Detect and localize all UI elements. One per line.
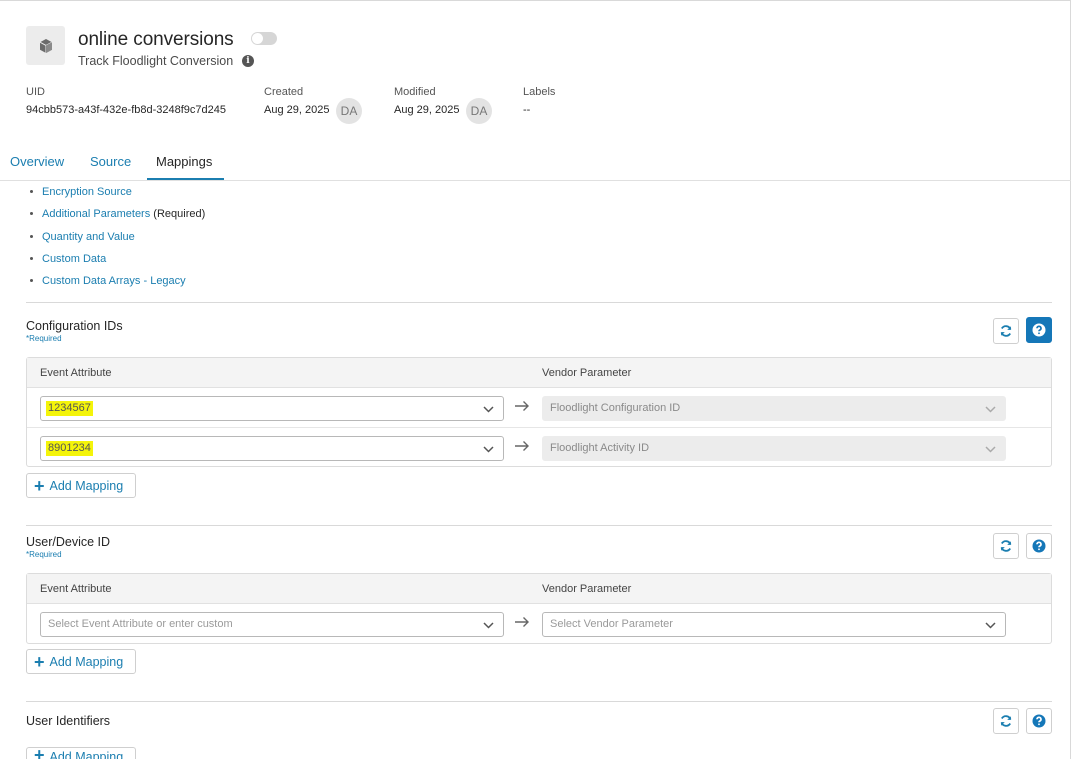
page-subtitle: Track Floodlight Conversion xyxy=(78,54,234,68)
column-header-vendor-parameter: Vendor Parameter xyxy=(542,583,632,595)
status-toggle[interactable] xyxy=(251,32,277,45)
refresh-button[interactable] xyxy=(993,318,1019,344)
help-icon xyxy=(1032,714,1046,728)
tabs-divider xyxy=(0,180,1071,181)
chevron-down-icon xyxy=(985,446,996,453)
event-attribute-select[interactable]: Select Event Attribute or enter custom xyxy=(40,612,504,637)
list-item: Quantity and Value xyxy=(30,231,135,243)
chevron-down-icon xyxy=(483,622,494,629)
refresh-icon xyxy=(1000,540,1012,552)
refresh-button[interactable] xyxy=(993,533,1019,559)
labels-label: Labels xyxy=(523,86,556,98)
column-header-event-attribute: Event Attribute xyxy=(40,583,112,595)
created-label: Created xyxy=(264,86,304,98)
table-row: 8901234 Floodlight Activity ID xyxy=(27,428,1051,468)
created-value: Aug 29, 2025 xyxy=(264,104,330,116)
event-attribute-value: 1234567 xyxy=(46,401,93,416)
refresh-icon xyxy=(1000,325,1012,337)
table-header: Event Attribute Vendor Parameter xyxy=(27,574,1051,604)
plus-icon: + xyxy=(34,747,45,759)
modified-label: Modified xyxy=(394,86,436,98)
column-header-event-attribute: Event Attribute xyxy=(40,367,112,379)
add-mapping-button[interactable]: + Add Mapping xyxy=(26,649,136,674)
user-device-id-title: User/Device ID xyxy=(26,535,111,549)
help-button[interactable] xyxy=(1026,708,1052,734)
link-quantity-and-value[interactable]: Quantity and Value xyxy=(42,231,135,243)
plus-icon: + xyxy=(34,475,45,496)
info-icon[interactable]: i xyxy=(242,55,254,67)
section-divider xyxy=(26,525,1052,526)
refresh-button[interactable] xyxy=(993,708,1019,734)
tab-overview[interactable]: Overview xyxy=(10,154,64,169)
created-by-avatar: DA xyxy=(336,98,362,124)
chevron-down-icon xyxy=(985,622,996,629)
add-mapping-button[interactable]: + Add Mapping xyxy=(26,747,136,759)
list-item: Custom Data xyxy=(30,253,106,265)
chevron-down-icon xyxy=(985,406,996,413)
help-button[interactable] xyxy=(1026,317,1052,343)
table-header: Event Attribute Vendor Parameter xyxy=(27,358,1051,388)
vendor-parameter-value: Floodlight Configuration ID xyxy=(550,402,681,414)
config-ids-mapping-table: Event Attribute Vendor Parameter 1234567… xyxy=(26,357,1052,467)
user-identifiers-title: User Identifiers xyxy=(26,714,111,728)
link-custom-data[interactable]: Custom Data xyxy=(42,253,106,265)
event-attribute-select[interactable]: 1234567 xyxy=(40,396,504,421)
modified-value: Aug 29, 2025 xyxy=(394,104,460,116)
column-header-vendor-parameter: Vendor Parameter xyxy=(542,367,632,379)
event-attribute-select[interactable]: 8901234 xyxy=(40,436,504,461)
user-device-id-required: *Required xyxy=(26,550,62,559)
section-divider xyxy=(26,701,1052,702)
vendor-parameter-placeholder: Select Vendor Parameter xyxy=(550,618,673,630)
table-row: 1234567 Floodlight Configuration ID xyxy=(27,388,1051,428)
vendor-parameter-value: Floodlight Activity ID xyxy=(550,442,650,454)
box-icon xyxy=(26,26,65,65)
uid-label: UID xyxy=(26,86,45,98)
arrow-right-icon xyxy=(515,401,529,411)
refresh-icon xyxy=(1000,715,1012,727)
modified-by-avatar: DA xyxy=(466,98,492,124)
table-row: Select Event Attribute or enter custom S… xyxy=(27,604,1051,644)
labels-value: -- xyxy=(523,104,531,116)
help-icon xyxy=(1032,323,1046,337)
tab-mappings[interactable]: Mappings xyxy=(156,154,212,169)
link-additional-parameters[interactable]: Additional Parameters xyxy=(42,208,150,220)
link-custom-data-arrays-legacy[interactable]: Custom Data Arrays - Legacy xyxy=(42,275,186,287)
add-mapping-button[interactable]: + Add Mapping xyxy=(26,473,136,498)
required-note: (Required) xyxy=(150,208,206,220)
section-divider xyxy=(26,302,1052,303)
help-button[interactable] xyxy=(1026,533,1052,559)
config-ids-title: Configuration IDs xyxy=(26,319,123,333)
user-device-id-mapping-table: Event Attribute Vendor Parameter Select … xyxy=(26,573,1052,644)
list-item: Encryption Source xyxy=(30,186,132,198)
link-encryption-source[interactable]: Encryption Source xyxy=(42,186,132,198)
arrow-right-icon xyxy=(515,617,529,627)
uid-value: 94cbb573-a43f-432e-fb8d-3248f9c7d245 xyxy=(26,104,226,116)
arrow-right-icon xyxy=(515,441,529,451)
event-attribute-placeholder: Select Event Attribute or enter custom xyxy=(48,618,233,630)
page-title: online conversions xyxy=(78,29,234,50)
plus-icon: + xyxy=(34,651,45,672)
event-attribute-value: 8901234 xyxy=(46,441,93,456)
chevron-down-icon xyxy=(483,406,494,413)
tab-source[interactable]: Source xyxy=(90,154,131,169)
vendor-parameter-select: Floodlight Configuration ID xyxy=(542,396,1006,421)
vendor-parameter-select[interactable]: Select Vendor Parameter xyxy=(542,612,1006,637)
list-item: Custom Data Arrays - Legacy xyxy=(30,275,186,287)
help-icon xyxy=(1032,539,1046,553)
list-item: Additional Parameters (Required) xyxy=(30,208,205,220)
chevron-down-icon xyxy=(483,446,494,453)
vendor-parameter-select: Floodlight Activity ID xyxy=(542,436,1006,461)
config-ids-required: *Required xyxy=(26,334,62,343)
